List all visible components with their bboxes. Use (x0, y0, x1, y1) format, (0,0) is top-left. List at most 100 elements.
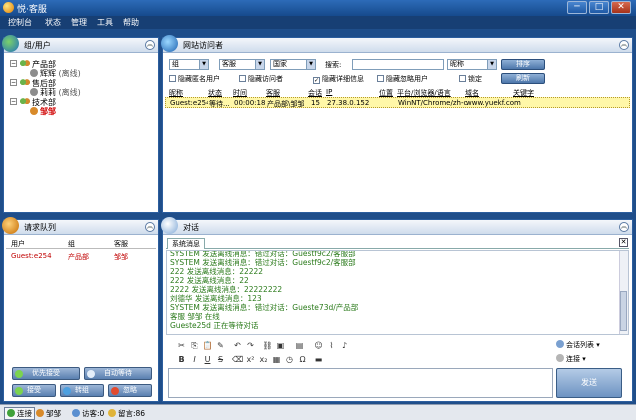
dialog-panel: 对话 ︽ 系统消息 ✕ SYSTEM 发送离线消息：错过对话：Guestf9c2… (161, 217, 633, 402)
minimize-button[interactable]: ─ (567, 1, 587, 14)
search-input[interactable] (352, 59, 444, 70)
maximize-button[interactable]: □ (589, 1, 609, 14)
queue-column-group[interactable]: 组 (68, 239, 75, 249)
italic-icon[interactable]: I (189, 354, 200, 365)
auto-icon (87, 370, 95, 378)
superscript-icon[interactable]: x² (245, 354, 256, 365)
groups-panel: 组/用户 ︽ − 产品部 辉辉 (离线) − 售后部 莉莉 (离线) − 技术部… (2, 35, 159, 213)
collapse-toggle-icon[interactable]: − (10, 98, 17, 105)
group-icon (20, 79, 30, 87)
groups-collapse-button[interactable]: ︽ (145, 40, 155, 50)
emoji-icon[interactable]: ☺ (313, 340, 324, 351)
user-icon (36, 409, 44, 417)
chevron-down-icon: ▼ (255, 60, 264, 69)
chevron-down-icon: ▼ (199, 60, 208, 69)
strikethrough-icon[interactable]: S (215, 354, 226, 365)
connect-icon (556, 354, 564, 362)
accept-button[interactable]: 接受 (12, 384, 56, 397)
connect-button[interactable]: 连接 ▾ (556, 354, 586, 367)
undo-icon[interactable]: ↶ (232, 340, 243, 351)
redo-icon[interactable]: ↷ (245, 340, 256, 351)
omega-icon[interactable]: Ω (297, 354, 308, 365)
lock-checkbox[interactable]: 锁定 (459, 74, 482, 84)
eraser-icon[interactable]: ⌫ (232, 354, 243, 365)
paste-icon[interactable]: 📋 (202, 340, 213, 351)
bold-icon[interactable]: B (176, 354, 187, 365)
queue-column-user[interactable]: 用户 (11, 239, 25, 249)
ignore-button[interactable]: 忽略 (108, 384, 152, 397)
image-icon[interactable]: ▣ (275, 340, 286, 351)
menu-manage[interactable]: 管理 (71, 17, 87, 28)
dialog-tab-strip: 系统消息 ✕ (166, 237, 629, 249)
collapse-toggle-icon[interactable]: − (10, 60, 17, 67)
title-bar: 悦·客服 ─ □ ✕ (0, 0, 636, 16)
connection-status[interactable]: 连接 (4, 407, 35, 420)
hide-ignored-checkbox[interactable]: 隐藏忽略用户 (377, 74, 428, 84)
editor-toolbar-row-2: B I U S ⌫ x² x₂ ▦ ◷ Ω ▬ (168, 353, 553, 367)
agent-filter-select[interactable]: 客服 ▼ (219, 59, 265, 70)
underline-icon[interactable]: U (202, 354, 213, 365)
auto-wait-button[interactable]: 自动等待 (84, 367, 152, 380)
country-filter-select[interactable]: 国家 ▼ (270, 59, 316, 70)
clear-format-icon[interactable]: ✎ (215, 340, 226, 351)
chat-bubble-icon (161, 217, 178, 234)
table-row[interactable]: Guest:e254 产品部 邹邹 (6, 251, 156, 262)
menu-status[interactable]: 状态 (45, 17, 61, 28)
menu-bar: 控制台 状态 管理 工具 帮助 (0, 16, 636, 29)
group-icon (20, 60, 30, 68)
search-label: 搜索: (325, 61, 342, 69)
visitors-collapse-button[interactable]: ︽ (619, 40, 629, 50)
visitor-count: 访客:0 (72, 408, 104, 419)
bell-icon[interactable]: ♪ (339, 340, 350, 351)
table-icon[interactable]: ▦ (271, 354, 282, 365)
hide-anonymous-checkbox[interactable]: 隐藏匿名用户 (169, 74, 220, 84)
session-list-button[interactable]: 会话列表 ▾ (556, 340, 600, 353)
sort-button[interactable]: 排序 (501, 59, 545, 70)
copy-icon[interactable]: ⎘ (189, 340, 200, 351)
attach-icon[interactable]: ⌇ (326, 340, 337, 351)
send-button[interactable]: 发送 (556, 368, 622, 398)
hide-visitors-checkbox[interactable]: 隐藏访问者 (239, 74, 283, 84)
dialog-panel-title: 对话 (183, 223, 199, 232)
close-button[interactable]: ✕ (611, 1, 631, 14)
check-icon (15, 370, 23, 378)
visitors-panel-title: 网站访问者 (183, 41, 223, 50)
dialog-collapse-button[interactable]: ︽ (619, 222, 629, 232)
message-scrollbar[interactable] (619, 251, 628, 334)
queue-column-agent[interactable]: 客服 (114, 239, 128, 249)
list-icon (556, 340, 564, 348)
message-log[interactable]: SYSTEM 发送离线消息：错过对话：Guestf9c2/客服部 SYSTEM … (166, 250, 629, 335)
menu-tools[interactable]: 工具 (97, 17, 113, 28)
tab-close-icon[interactable]: ✕ (619, 238, 628, 247)
message-count: 留言:86 (108, 408, 145, 419)
dialog-panel-header: 对话 ︽ (161, 217, 632, 235)
group-filter-select[interactable]: 组 ▼ (169, 59, 209, 70)
connected-icon (7, 409, 15, 417)
forward-icon (63, 387, 71, 395)
font-color-icon[interactable]: ▬ (313, 354, 324, 365)
media-icon[interactable]: ▤ (294, 340, 305, 351)
menu-help[interactable]: 帮助 (123, 17, 139, 28)
cut-icon[interactable]: ✂ (176, 340, 187, 351)
refresh-button[interactable]: 刷新 (501, 73, 545, 84)
scroll-thumb[interactable] (620, 291, 627, 331)
message-input[interactable] (168, 368, 553, 398)
subscript-icon[interactable]: x₂ (258, 354, 269, 365)
message-line: Gueste25d 正在等待对话 (170, 321, 259, 330)
current-user: 邹邹 (36, 408, 61, 419)
hide-details-checkbox[interactable]: ✓ 隐藏详细信息 (313, 74, 364, 84)
collapse-toggle-icon[interactable]: − (10, 79, 17, 86)
menu-console[interactable]: 控制台 (8, 17, 32, 28)
tab-system-messages[interactable]: 系统消息 (167, 238, 205, 249)
forward-button[interactable]: 转组 (60, 384, 104, 397)
link-icon[interactable]: ⛓ (262, 340, 273, 351)
tree-user-zouzou[interactable]: 邹邹 (30, 106, 56, 117)
nickname-select[interactable]: 昵称 ▼ (447, 59, 497, 70)
groups-panel-title: 组/用户 (24, 41, 51, 50)
column-ip[interactable]: IP (326, 88, 332, 96)
table-row[interactable]: Guest:e254 等待... 00:00:18 产品部\邹邹 15 27.3… (165, 97, 630, 108)
priority-accept-button[interactable]: 优先接受 (12, 367, 80, 380)
globe-users-icon (2, 35, 19, 52)
clock-icon[interactable]: ◷ (284, 354, 295, 365)
queue-collapse-button[interactable]: ︽ (145, 222, 155, 232)
